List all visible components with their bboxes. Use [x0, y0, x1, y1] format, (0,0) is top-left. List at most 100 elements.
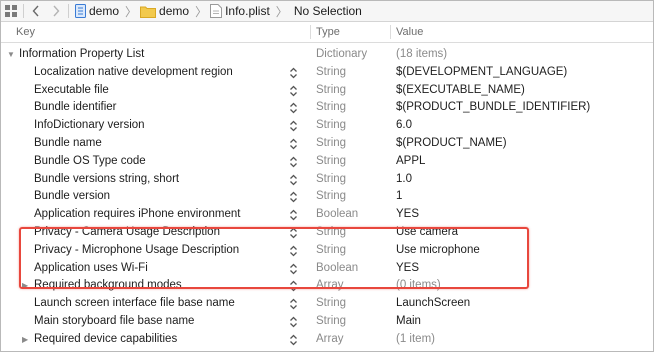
- table-row[interactable]: ▶ Required device capabilities Array (1 ite…: [1, 331, 653, 349]
- row-type[interactable]: Array: [316, 331, 343, 349]
- table-row[interactable]: Application requires iPhone environment B…: [1, 206, 653, 224]
- row-key[interactable]: Required device capabilities: [34, 331, 177, 349]
- key-picker-stepper-icon[interactable]: [289, 174, 298, 186]
- key-picker-stepper-icon[interactable]: [289, 227, 298, 239]
- key-picker-stepper-icon[interactable]: [289, 67, 298, 79]
- row-value[interactable]: (18 items): [396, 46, 447, 64]
- disclosure-triangle-collapsed-icon[interactable]: ▶: [22, 331, 28, 349]
- key-picker-stepper-icon[interactable]: [289, 102, 298, 114]
- row-type[interactable]: String: [316, 171, 346, 189]
- key-picker-stepper-icon[interactable]: [289, 191, 298, 203]
- column-header-key[interactable]: Key: [16, 26, 35, 38]
- row-type[interactable]: Array: [316, 277, 343, 295]
- table-row[interactable]: Launch screen interface file base name St…: [1, 295, 653, 313]
- row-type[interactable]: Dictionary: [316, 46, 367, 64]
- key-picker-stepper-icon[interactable]: [289, 280, 298, 292]
- row-type[interactable]: String: [316, 242, 346, 260]
- column-divider[interactable]: [310, 25, 311, 39]
- row-type[interactable]: String: [316, 117, 346, 135]
- row-type[interactable]: String: [316, 82, 346, 100]
- table-row[interactable]: Bundle version String 1: [1, 188, 653, 206]
- row-type[interactable]: String: [316, 295, 346, 313]
- breadcrumb-project[interactable]: demo 〉: [75, 1, 140, 21]
- table-row[interactable]: InfoDictionary version String 6.0: [1, 117, 653, 135]
- column-header-value[interactable]: Value: [396, 26, 423, 38]
- row-key[interactable]: Bundle OS Type code: [34, 153, 146, 171]
- key-picker-stepper-icon[interactable]: [289, 316, 298, 328]
- related-items-grid-icon[interactable]: [1, 1, 21, 21]
- key-picker-stepper-icon[interactable]: [289, 120, 298, 132]
- table-row[interactable]: Privacy - Camera Usage Description String…: [1, 224, 653, 242]
- table-row[interactable]: Application uses Wi-Fi Boolean YES: [1, 260, 653, 278]
- row-key[interactable]: InfoDictionary version: [34, 117, 145, 135]
- row-key[interactable]: Bundle name: [34, 135, 102, 153]
- key-picker-stepper-icon[interactable]: [289, 334, 298, 346]
- row-value[interactable]: Use camera: [396, 224, 458, 242]
- key-picker-stepper-icon[interactable]: [289, 85, 298, 97]
- table-row[interactable]: Bundle versions string, short String 1.0: [1, 171, 653, 189]
- table-row[interactable]: Localization native development region St…: [1, 64, 653, 82]
- row-key[interactable]: Privacy - Microphone Usage Description: [34, 242, 239, 260]
- row-key[interactable]: Bundle versions string, short: [34, 171, 179, 189]
- table-row[interactable]: Bundle identifier String $(PRODUCT_BUNDLE_…: [1, 99, 653, 117]
- table-row[interactable]: Executable file String $(EXECUTABLE_NAME): [1, 82, 653, 100]
- row-value[interactable]: $(PRODUCT_BUNDLE_IDENTIFIER): [396, 99, 590, 117]
- table-row[interactable]: Main storyboard file base name String Main: [1, 313, 653, 331]
- back-chevron-icon[interactable]: [26, 1, 46, 21]
- disclosure-triangle-expanded-icon[interactable]: ▼: [7, 46, 15, 64]
- row-value[interactable]: $(DEVELOPMENT_LANGUAGE): [396, 64, 567, 82]
- row-value[interactable]: Main: [396, 313, 421, 331]
- row-value[interactable]: $(PRODUCT_NAME): [396, 135, 507, 153]
- table-row[interactable]: Privacy - Microphone Usage Description St…: [1, 242, 653, 260]
- row-type[interactable]: String: [316, 99, 346, 117]
- row-type[interactable]: String: [316, 188, 346, 206]
- key-picker-stepper-icon[interactable]: [289, 156, 298, 168]
- row-key[interactable]: Bundle identifier: [34, 99, 116, 117]
- row-value[interactable]: 6.0: [396, 117, 412, 135]
- column-header-type[interactable]: Type: [316, 26, 340, 38]
- row-value[interactable]: (1 item): [396, 331, 435, 349]
- key-picker-stepper-icon[interactable]: [289, 138, 298, 150]
- column-divider[interactable]: [390, 25, 391, 39]
- key-picker-stepper-icon[interactable]: [289, 209, 298, 221]
- table-row[interactable]: ▼ Information Property List Dictionary (18 …: [1, 46, 653, 64]
- row-type[interactable]: String: [316, 153, 346, 171]
- row-key[interactable]: Launch screen interface file base name: [34, 295, 235, 313]
- row-type[interactable]: Boolean: [316, 260, 358, 278]
- table-row[interactable]: ▶ Required background modes Array (0 items): [1, 277, 653, 295]
- row-type[interactable]: String: [316, 135, 346, 153]
- forward-chevron-icon[interactable]: [46, 1, 66, 21]
- row-key[interactable]: Application uses Wi-Fi: [34, 260, 148, 278]
- key-picker-stepper-icon[interactable]: [289, 298, 298, 310]
- row-value[interactable]: YES: [396, 206, 419, 224]
- row-key[interactable]: Privacy - Camera Usage Description: [34, 224, 220, 242]
- key-picker-stepper-icon[interactable]: [289, 263, 298, 275]
- row-value[interactable]: YES: [396, 260, 419, 278]
- row-type[interactable]: String: [316, 313, 346, 331]
- breadcrumb-file[interactable]: Info.plist 〉: [210, 1, 291, 21]
- row-key[interactable]: Executable file: [34, 82, 109, 100]
- file-icon: [210, 4, 223, 18]
- row-value[interactable]: APPL: [396, 153, 425, 171]
- row-value[interactable]: LaunchScreen: [396, 295, 470, 313]
- row-type[interactable]: Boolean: [316, 206, 358, 224]
- table-row[interactable]: Bundle name String $(PRODUCT_NAME): [1, 135, 653, 153]
- row-value[interactable]: 1.0: [396, 171, 412, 189]
- breadcrumb-folder[interactable]: demo 〉: [140, 1, 210, 21]
- row-type[interactable]: String: [316, 64, 346, 82]
- row-key[interactable]: Application requires iPhone environment: [34, 206, 240, 224]
- key-picker-stepper-icon[interactable]: [289, 245, 298, 257]
- row-key[interactable]: Information Property List: [19, 46, 144, 64]
- row-key[interactable]: Main storyboard file base name: [34, 313, 194, 331]
- row-value[interactable]: 1: [396, 188, 402, 206]
- row-value[interactable]: Use microphone: [396, 242, 480, 260]
- row-type[interactable]: String: [316, 224, 346, 242]
- row-key[interactable]: Bundle version: [34, 188, 110, 206]
- disclosure-triangle-collapsed-icon[interactable]: ▶: [22, 277, 28, 295]
- row-value[interactable]: $(EXECUTABLE_NAME): [396, 82, 525, 100]
- row-value[interactable]: (0 items): [396, 277, 441, 295]
- table-row[interactable]: Bundle OS Type code String APPL: [1, 153, 653, 171]
- row-key[interactable]: Required background modes: [34, 277, 182, 295]
- breadcrumb-selection[interactable]: No Selection: [291, 1, 362, 21]
- row-key[interactable]: Localization native development region: [34, 64, 233, 82]
